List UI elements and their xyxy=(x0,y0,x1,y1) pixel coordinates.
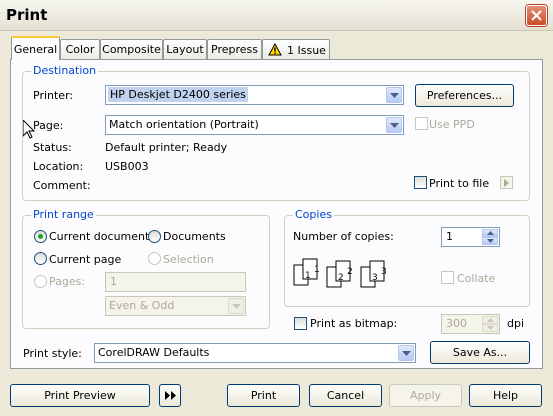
dpi-spinner[interactable] xyxy=(482,316,498,332)
collate-label: Collate xyxy=(457,272,496,285)
status-value: Default printer; Ready xyxy=(105,141,228,154)
current-page-label: Current page xyxy=(49,253,122,266)
button-label: Save As... xyxy=(452,346,508,359)
tab-general[interactable]: General xyxy=(11,36,60,60)
tab-composite[interactable]: Composite xyxy=(100,39,163,59)
pages-label: Pages: xyxy=(49,275,86,288)
button-label: Print Preview xyxy=(44,389,116,402)
apply-button[interactable]: Apply xyxy=(389,384,462,407)
tab-label: Prepress xyxy=(211,43,258,56)
tab-prepress[interactable]: Prepress xyxy=(207,39,262,59)
printer-value: HP Deskjet D2400 series xyxy=(108,87,248,102)
tab-layout[interactable]: Layout xyxy=(163,39,207,59)
close-button[interactable] xyxy=(526,5,547,26)
double-chevron-right-icon xyxy=(165,391,176,400)
print-to-file-checkbox[interactable] xyxy=(414,176,427,189)
page-orientation-select[interactable]: Match orientation (Portrait) xyxy=(105,115,404,135)
chevron-down-icon[interactable] xyxy=(386,87,402,103)
save-as-button[interactable]: Save As... xyxy=(430,341,530,364)
copies-spinner[interactable] xyxy=(482,229,498,245)
number-of-copies-label: Number of copies: xyxy=(293,230,394,243)
print-to-file-options-button[interactable] xyxy=(500,176,513,189)
print-range-legend: Print range xyxy=(31,208,96,221)
print-button[interactable]: Print xyxy=(227,384,300,407)
tab-issues[interactable]: 1 Issue xyxy=(262,39,330,59)
print-style-value: CorelDRAW Defaults xyxy=(98,346,210,359)
print-to-file-label: Print to file xyxy=(429,177,490,190)
destination-legend: Destination xyxy=(31,64,99,77)
warning-icon xyxy=(268,43,282,56)
cancel-button[interactable]: Cancel xyxy=(309,384,382,407)
collate-checkbox[interactable] xyxy=(441,271,454,284)
chevron-down-icon[interactable] xyxy=(398,345,414,361)
documents-label: Documents xyxy=(163,230,226,243)
selection-label: Selection xyxy=(163,253,214,266)
bitmap-dpi-stepper[interactable]: 300 xyxy=(441,314,500,334)
button-label: Cancel xyxy=(326,389,365,402)
collate-page-label: 2 xyxy=(338,273,344,283)
pages-radio[interactable] xyxy=(34,275,47,288)
button-label: Apply xyxy=(409,389,442,402)
chevron-down-icon[interactable] xyxy=(228,298,244,314)
collate-page-label: 3 xyxy=(372,273,378,283)
location-label: Location: xyxy=(33,160,84,173)
collate-page-label: 3 xyxy=(381,267,387,277)
tab-label: 1 Issue xyxy=(287,44,326,57)
button-label: Help xyxy=(492,389,519,402)
tab-label: Composite xyxy=(102,43,161,56)
chevron-up-icon[interactable] xyxy=(482,229,498,237)
pages-input[interactable]: 1 xyxy=(105,272,246,292)
printer-select[interactable]: HP Deskjet D2400 series xyxy=(105,85,404,105)
use-ppd-label: Use PPD xyxy=(429,118,475,131)
current-document-radio[interactable] xyxy=(34,230,47,243)
close-icon xyxy=(531,10,542,21)
mouse-cursor-icon xyxy=(23,120,35,139)
collate-page-label: 2 xyxy=(347,267,353,277)
copies-legend: Copies xyxy=(293,208,334,221)
page-label: Page: xyxy=(33,119,64,132)
arrow-right-icon xyxy=(504,179,509,187)
use-ppd-checkbox[interactable] xyxy=(415,117,428,130)
number-of-copies-stepper[interactable]: 1 xyxy=(441,227,500,247)
page-orientation-value: Match orientation (Portrait) xyxy=(109,118,259,131)
comment-label: Comment: xyxy=(33,179,91,192)
button-label: Print xyxy=(250,389,277,402)
help-button[interactable]: Help xyxy=(469,384,542,407)
chevron-down-icon[interactable] xyxy=(482,237,498,245)
collate-page-label: 1 xyxy=(305,271,311,281)
chevron-down-icon[interactable] xyxy=(482,324,498,332)
collate-page-label: 1 xyxy=(314,265,320,275)
print-as-bitmap-checkbox[interactable] xyxy=(294,317,307,330)
page-set-select[interactable]: Even & Odd xyxy=(105,296,246,316)
print-preview-button[interactable]: Print Preview xyxy=(10,384,150,407)
title-bar[interactable]: Print xyxy=(0,0,553,31)
location-value: USB003 xyxy=(105,160,149,173)
current-page-radio[interactable] xyxy=(34,252,47,265)
print-style-select[interactable]: CorelDRAW Defaults xyxy=(94,343,416,363)
number-of-copies-value: 1 xyxy=(446,230,453,243)
tab-label: Color xyxy=(65,43,95,56)
tab-label: General xyxy=(13,43,58,56)
status-label: Status: xyxy=(33,141,72,154)
chevron-down-icon[interactable] xyxy=(386,117,402,133)
print-as-bitmap-label: Print as bitmap: xyxy=(310,317,398,330)
bitmap-dpi-value: 300 xyxy=(446,317,467,330)
pages-value: 1 xyxy=(110,275,117,288)
tab-label: Layout xyxy=(166,43,204,56)
printer-label: Printer: xyxy=(33,89,74,102)
expand-preview-button[interactable] xyxy=(159,384,181,407)
selection-radio[interactable] xyxy=(148,252,161,265)
preferences-button[interactable]: Preferences... xyxy=(415,84,514,107)
dpi-unit-label: dpi xyxy=(507,317,525,330)
window-title: Print xyxy=(6,6,48,24)
current-document-label: Current document xyxy=(49,230,150,243)
button-label: Preferences... xyxy=(426,89,503,102)
tab-color[interactable]: Color xyxy=(60,39,100,59)
print-dialog: Print General Color Composite Layout Pre… xyxy=(0,0,553,416)
print-style-label: Print style: xyxy=(23,347,82,360)
chevron-up-icon[interactable] xyxy=(482,316,498,324)
documents-radio[interactable] xyxy=(148,230,161,243)
page-set-value: Even & Odd xyxy=(109,299,175,312)
